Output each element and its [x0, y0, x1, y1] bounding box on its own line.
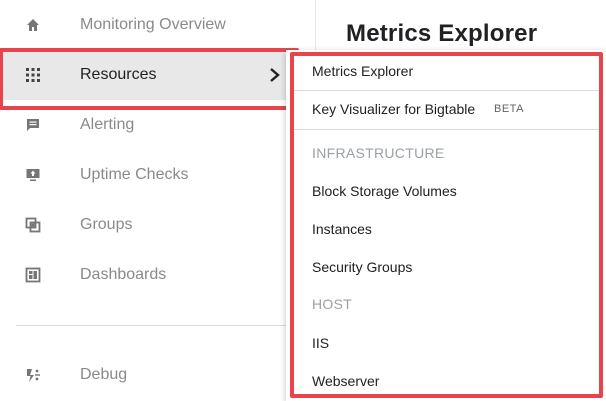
sidebar-item-dashboards[interactable]: Dashboards [0, 250, 290, 300]
debug-icon [24, 366, 42, 384]
chevron-right-icon [268, 65, 282, 85]
dashboard-icon [24, 266, 42, 284]
menu-item-label: Key Visualizer for Bigtable [312, 101, 476, 117]
menu-divider [290, 129, 602, 130]
menu-item-label: Metrics Explorer [312, 63, 414, 79]
menu-item-label: Instances [312, 221, 372, 237]
sidebar-item-uptime-checks[interactable]: Uptime Checks [0, 150, 290, 200]
beta-badge: BETA [494, 103, 524, 115]
groups-icon [24, 216, 42, 234]
home-icon [24, 16, 42, 34]
sidebar-divider [16, 325, 290, 326]
sidebar-item-label: Monitoring Overview [80, 16, 226, 33]
menu-item-label: IIS [312, 335, 330, 351]
menu-item-iis[interactable]: IIS [286, 324, 606, 362]
sidebar-item-resources[interactable]: Resources [0, 48, 299, 110]
menu-item-block-storage-volumes[interactable]: Block Storage Volumes [286, 172, 606, 210]
menu-item-label: Security Groups [312, 259, 413, 275]
menu-item-metrics-explorer[interactable]: Metrics Explorer [286, 52, 606, 90]
menu-item-label: Webserver [312, 373, 380, 389]
sidebar-item-alerting[interactable]: Alerting [0, 100, 290, 150]
resources-flyout-menu: Metrics Explorer Key Visualizer for Bigt… [286, 50, 606, 401]
sidebar-item-debug[interactable]: Debug [0, 350, 290, 400]
menu-item-key-visualizer[interactable]: Key Visualizer for Bigtable BETA [286, 90, 606, 128]
sidebar-item-label: Alerting [80, 116, 135, 133]
sidebar-item-label: Dashboards [80, 266, 167, 283]
sidebar-item-monitoring-overview[interactable]: Monitoring Overview [0, 0, 290, 50]
sidebar-item-label: Debug [80, 366, 128, 383]
menu-item-label: Block Storage Volumes [312, 183, 457, 199]
sidebar-nav: Monitoring Overview Resources Alerting U… [0, 0, 316, 401]
sidebar-item-groups[interactable]: Groups [0, 200, 290, 250]
sidebar-item-label: Groups [80, 216, 133, 233]
sidebar-item-label: Resources [80, 66, 157, 83]
menu-item-security-groups[interactable]: Security Groups [286, 248, 606, 286]
monitor-icon [24, 166, 42, 184]
page-title: Metrics Explorer [346, 20, 538, 47]
section-header-infrastructure: INFRASTRUCTURE [312, 145, 445, 161]
menu-item-webserver[interactable]: Webserver [286, 362, 606, 400]
chat-icon [24, 116, 42, 134]
sidebar-item-label: Uptime Checks [80, 166, 189, 183]
section-header-host: HOST [312, 296, 353, 312]
grid-icon [24, 66, 42, 84]
menu-item-instances[interactable]: Instances [286, 210, 606, 248]
